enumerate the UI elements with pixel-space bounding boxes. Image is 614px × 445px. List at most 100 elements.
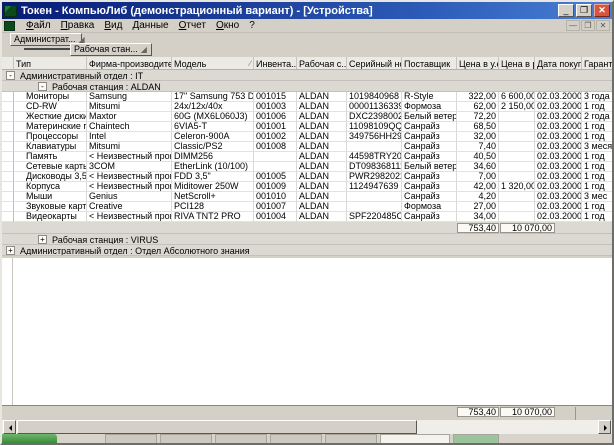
table-row[interactable]: Материнские платыChaintech6VIA5-T001001A… bbox=[2, 122, 612, 132]
table-cell bbox=[499, 142, 535, 152]
column-header[interactable]: Тип bbox=[14, 57, 87, 69]
column-header[interactable]: Цена в у.е. bbox=[457, 57, 499, 69]
menu-file[interactable]: Файл bbox=[21, 19, 56, 32]
group-row-department_it[interactable]: -Административный отдел : IT bbox=[2, 70, 612, 81]
mdi-restore-button[interactable]: ❐ bbox=[581, 20, 595, 31]
table-row[interactable]: Сетевые карты3COMEtherLink (10/100)ALDAN… bbox=[2, 162, 612, 172]
table-cell: 001008 bbox=[254, 142, 297, 152]
table-row[interactable]: CD-RWMitsumi24x/12x/40x001003ALDAN000011… bbox=[2, 102, 612, 112]
scroll-right-button[interactable] bbox=[598, 420, 611, 434]
table-cell: < Неизвестный произво bbox=[87, 172, 172, 182]
group-tab-workstation[interactable]: Рабочая стан... ◢ bbox=[70, 43, 152, 56]
table-cell: Samsung bbox=[87, 92, 172, 102]
column-header[interactable]: Гарантия bbox=[582, 57, 614, 69]
grid-empty-area bbox=[2, 258, 612, 405]
table-cell: EtherLink (10/100) bbox=[172, 162, 254, 172]
table-cell: Жесткие диски bbox=[14, 112, 87, 122]
table-row[interactable]: МышиGeniusNetScroll+001010ALDANСанрайз4,… bbox=[2, 192, 612, 202]
table-row[interactable]: Память< Неизвестный произвоDIMM256ALDAN4… bbox=[2, 152, 612, 162]
app-icon[interactable] bbox=[4, 5, 17, 17]
table-cell: DT098368111 bbox=[347, 162, 402, 172]
table-cell: 02.03.2000 bbox=[535, 202, 582, 212]
start-button[interactable] bbox=[2, 434, 57, 443]
table-row[interactable]: Дисководы 3,5"< Неизвестный произвоFDD 3… bbox=[2, 172, 612, 182]
devices-grid: ТипФирма-производительМодель∕Инвента...Р… bbox=[2, 57, 612, 256]
menu-view[interactable]: Вид bbox=[99, 19, 127, 32]
table-cell: Санрайз bbox=[402, 182, 457, 192]
table-cell: 349756HH29333 bbox=[347, 132, 402, 142]
app-window: Токен - КомпьюЛиб (демонстрационный вари… bbox=[0, 0, 614, 445]
table-cell bbox=[499, 122, 535, 132]
taskbar-button[interactable] bbox=[453, 434, 499, 443]
table-cell: 02.03.2000 bbox=[535, 102, 582, 112]
table-cell bbox=[499, 152, 535, 162]
table-cell: 17" Samsung 753 DFX bbox=[172, 92, 254, 102]
close-button[interactable]: ✕ bbox=[594, 4, 610, 17]
menu-window[interactable]: Окно bbox=[211, 19, 244, 32]
table-row[interactable]: Видеокарты< Неизвестный произвоRIVA TNT2… bbox=[2, 212, 612, 222]
taskbar-button[interactable] bbox=[160, 434, 212, 443]
table-cell: Память bbox=[14, 152, 87, 162]
column-header[interactable]: Фирма-производитель bbox=[87, 57, 172, 69]
restore-button[interactable]: ❐ bbox=[576, 4, 592, 17]
table-cell bbox=[499, 192, 535, 202]
grid-header-row: ТипФирма-производительМодель∕Инвента...Р… bbox=[2, 57, 612, 70]
group-row-workstation_virus[interactable]: +Рабочая станция : VIRUS bbox=[2, 234, 612, 245]
group-row-workstation_aldan[interactable]: -Рабочая станция : ALDAN bbox=[2, 81, 612, 92]
taskbar-button[interactable] bbox=[325, 434, 377, 443]
table-cell: 001015 bbox=[254, 92, 297, 102]
column-header[interactable]: Серийный номер bbox=[347, 57, 402, 69]
title-bar[interactable]: Токен - КомпьюЛиб (демонстрационный вари… bbox=[2, 2, 612, 19]
column-header-label: Серийный номер bbox=[349, 59, 402, 69]
group-row-department_znanie[interactable]: +Административный отдел : Отдел Абсолютн… bbox=[2, 245, 612, 256]
table-row[interactable]: Жесткие дискиMaxtor60G (MX6L060J3)001006… bbox=[2, 112, 612, 122]
table-cell: < Неизвестный произво bbox=[87, 182, 172, 192]
collapse-icon[interactable]: - bbox=[38, 82, 47, 91]
table-cell: Mitsumi bbox=[87, 142, 172, 152]
taskbar-button[interactable] bbox=[270, 434, 322, 443]
horizontal-scrollbar[interactable] bbox=[2, 420, 612, 434]
table-cell: ALDAN bbox=[297, 112, 347, 122]
table-row[interactable]: ПроцессорыIntelCeleron-900A001002ALDAN34… bbox=[2, 132, 612, 142]
column-header[interactable]: Инвента... bbox=[254, 57, 297, 69]
table-cell: Intel bbox=[87, 132, 172, 142]
minimize-button[interactable]: _ bbox=[558, 4, 574, 17]
column-header-label: Цена в у.е. bbox=[459, 59, 499, 69]
column-header[interactable]: Дата покупки bbox=[535, 57, 582, 69]
mdi-child-icon[interactable] bbox=[4, 21, 15, 31]
scroll-left-button[interactable] bbox=[3, 420, 16, 434]
table-row[interactable]: МониторыSamsung17" Samsung 753 DFX001015… bbox=[2, 92, 612, 102]
table-cell: 001006 bbox=[254, 112, 297, 122]
table-cell: 001005 bbox=[254, 172, 297, 182]
menu-data[interactable]: Данные bbox=[127, 19, 173, 32]
table-cell: Мониторы bbox=[14, 92, 87, 102]
menu-report[interactable]: Отчет bbox=[174, 19, 211, 32]
expand-icon[interactable]: + bbox=[6, 246, 15, 255]
column-header[interactable]: Модель∕ bbox=[172, 57, 254, 69]
scrollbar-thumb[interactable] bbox=[17, 420, 417, 434]
table-row[interactable]: КлавиатурыMitsumiClassic/PS2001008ALDANС… bbox=[2, 142, 612, 152]
taskbar-button[interactable] bbox=[215, 434, 267, 443]
table-cell: 72,20 bbox=[457, 112, 499, 122]
taskbar-button[interactable] bbox=[105, 434, 157, 443]
mdi-minimize-button[interactable]: — bbox=[566, 20, 580, 31]
table-row[interactable]: Звуковые картыCreativePCI128001007ALDANФ… bbox=[2, 202, 612, 212]
table-row[interactable]: Корпуса< Неизвестный произвоMiditower 25… bbox=[2, 182, 612, 192]
menu-help[interactable]: ? bbox=[244, 19, 260, 32]
table-cell: ALDAN bbox=[297, 212, 347, 222]
column-header[interactable]: Цена в р... bbox=[499, 57, 535, 69]
table-cell: 001010 bbox=[254, 192, 297, 202]
group-row-label: Рабочая станция : ALDAN bbox=[52, 82, 161, 92]
column-header[interactable]: Рабочая с...∕ bbox=[297, 57, 347, 69]
menu-edit[interactable]: Правка bbox=[56, 19, 100, 32]
table-cell bbox=[347, 202, 402, 212]
table-cell: 02.03.2000 bbox=[535, 92, 582, 102]
table-cell: Белый ветер bbox=[402, 162, 457, 172]
expand-icon[interactable]: + bbox=[38, 235, 47, 244]
table-cell: 11098109QQ bbox=[347, 122, 402, 132]
collapse-icon[interactable]: - bbox=[6, 71, 15, 80]
column-header[interactable]: Поставщик bbox=[402, 57, 457, 69]
taskbar-button-active[interactable] bbox=[380, 434, 450, 443]
table-cell: ALDAN bbox=[297, 172, 347, 182]
mdi-close-button[interactable]: ✕ bbox=[596, 20, 610, 31]
